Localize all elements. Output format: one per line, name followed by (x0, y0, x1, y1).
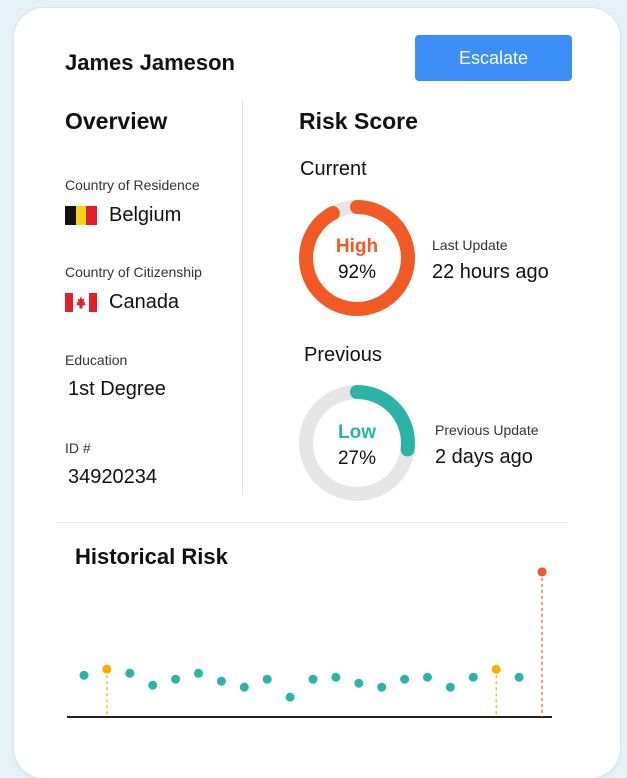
last-update-value: 22 hours ago (432, 261, 549, 283)
residence-value: Belgium (109, 204, 182, 226)
id-label: ID # (65, 440, 91, 456)
citizenship-row: Canada (65, 291, 179, 314)
risk-point (400, 674, 410, 684)
previous-update-label: Previous Update (435, 422, 539, 438)
last-update-label: Last Update (432, 237, 508, 253)
risk-point (445, 682, 455, 692)
risk-point (239, 682, 249, 692)
risk-point (537, 567, 547, 577)
risk-point (468, 672, 478, 682)
risk-point (285, 692, 295, 702)
risk-point (262, 674, 272, 684)
escalate-button[interactable]: Escalate (415, 35, 572, 81)
risk-point (125, 668, 135, 678)
risk-point (216, 676, 226, 686)
section-divider (56, 522, 568, 523)
risk-point (331, 672, 341, 682)
current-heading: Current (300, 158, 367, 180)
risk-point (194, 668, 203, 678)
risk-point (514, 672, 524, 682)
previous-level: Low (338, 422, 376, 443)
risk-point (491, 664, 501, 674)
citizenship-value: Canada (109, 291, 180, 313)
id-value: 34920234 (68, 466, 157, 488)
belgium-flag-icon (65, 206, 98, 225)
current-level: High (335, 236, 379, 257)
citizenship-label: Country of Citizenship (65, 264, 202, 280)
risk-point (79, 670, 89, 680)
residence-row: Belgium (65, 204, 181, 227)
previous-gauge-label: Low 27% (297, 422, 417, 470)
previous-heading: Previous (304, 344, 382, 366)
column-divider (242, 100, 243, 495)
risk-score-title: Risk Score (299, 108, 418, 134)
risk-point (102, 664, 112, 674)
canada-flag-icon (65, 293, 97, 312)
risk-point (171, 674, 181, 684)
risk-point (423, 672, 432, 682)
customer-name: James Jameson (65, 50, 235, 75)
previous-percent: 27% (337, 448, 377, 469)
historical-risk-chart (67, 567, 552, 718)
risk-point (354, 678, 364, 688)
risk-point (148, 680, 158, 690)
risk-point (377, 682, 387, 692)
current-percent: 92% (337, 262, 377, 283)
education-value: 1st Degree (68, 378, 166, 400)
profile-card: James Jameson Escalate Overview Country … (14, 8, 620, 778)
education-label: Education (65, 352, 128, 368)
previous-update-value: 2 days ago (435, 446, 533, 468)
risk-point (308, 674, 318, 684)
residence-label: Country of Residence (65, 177, 200, 193)
overview-title: Overview (65, 108, 168, 134)
current-gauge-label: High 92% (297, 236, 417, 284)
